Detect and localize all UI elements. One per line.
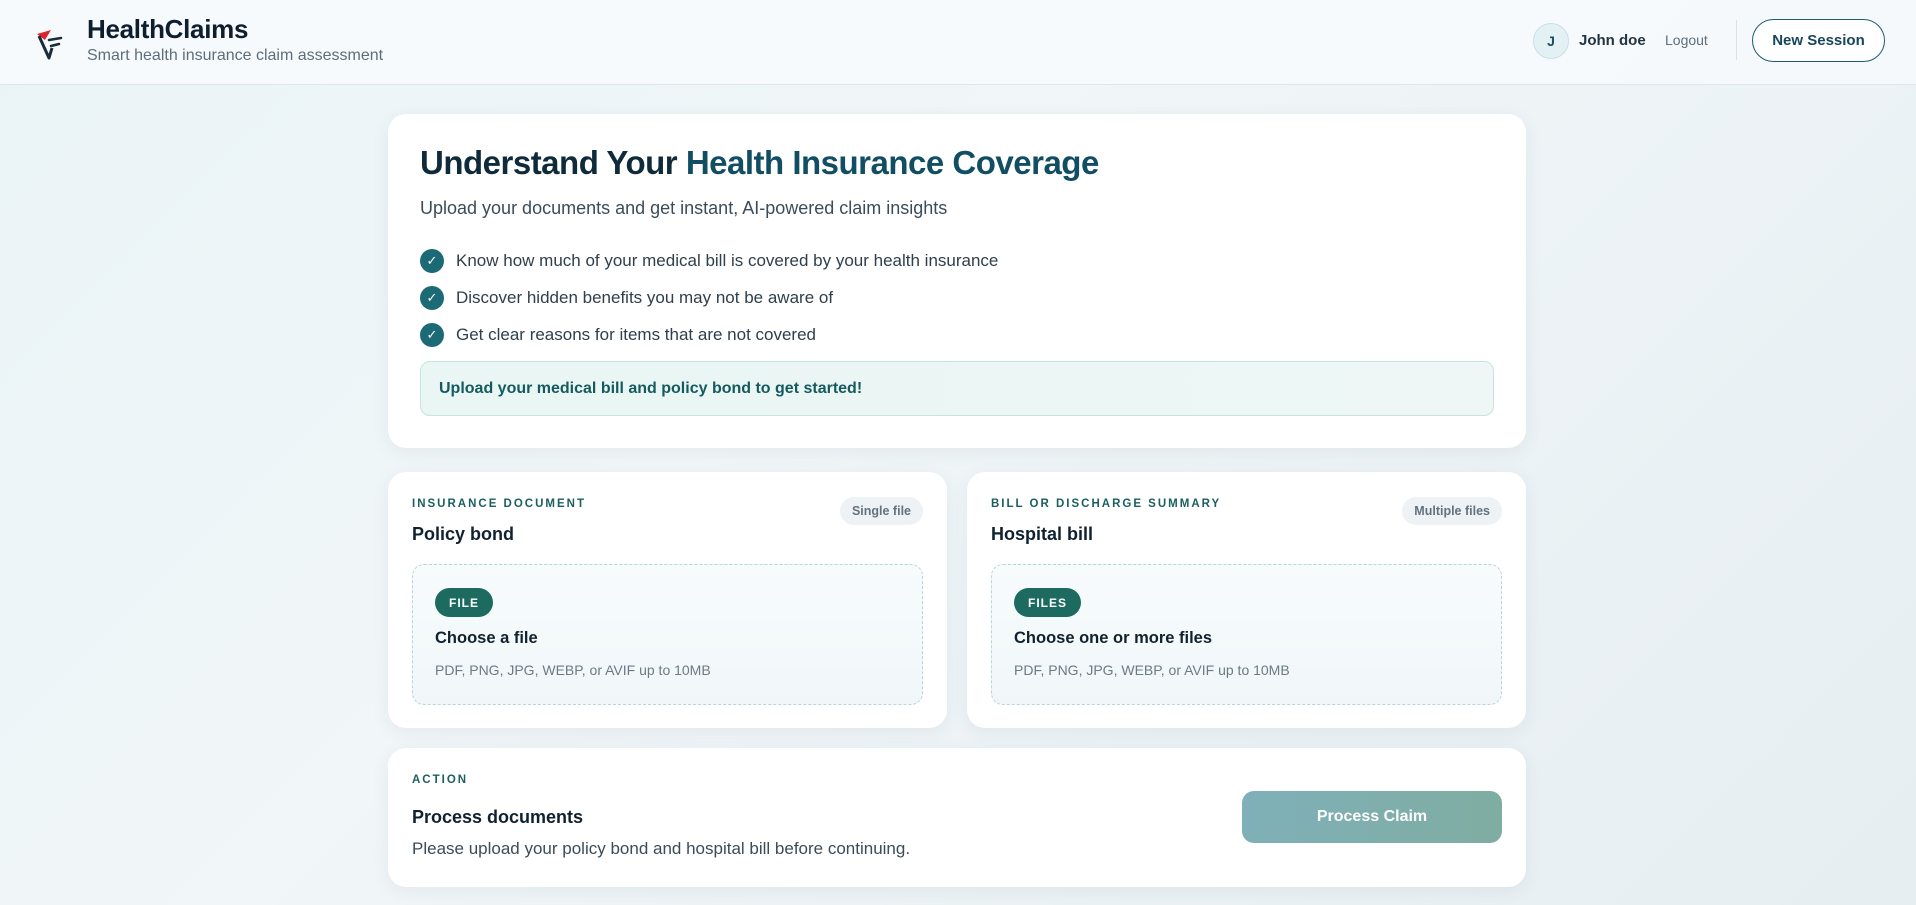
dropzone-hint: PDF, PNG, JPG, WEBP, or AVIF up to 10MB [1014, 662, 1290, 678]
header-divider [1736, 20, 1737, 60]
action-card: ACTION Process documents Please upload y… [388, 748, 1526, 887]
card-eyebrow: ACTION [412, 774, 469, 786]
check-icon: ✓ [420, 322, 444, 347]
file-count-badge: Multiple files [1402, 497, 1502, 525]
check-icon: ✓ [420, 248, 444, 273]
avatar[interactable]: J [1533, 23, 1569, 59]
brand-logo-icon [37, 30, 63, 60]
file-count-badge: Single file [839, 497, 923, 525]
dropzone-prompt: Choose a file [435, 629, 538, 647]
action-title: Process documents [412, 807, 584, 827]
process-claim-button[interactable]: Process Claim [1242, 791, 1502, 843]
get-started-callout: Upload your medical bill and policy bond… [420, 361, 1494, 416]
file-type-pill: FILES [1014, 588, 1082, 617]
benefit-list: ✓ Know how much of your medical bill is … [420, 242, 998, 353]
action-subtitle: Please upload your policy bond and hospi… [412, 839, 911, 858]
dropzone-hint: PDF, PNG, JPG, WEBP, or AVIF up to 10MB [435, 662, 711, 678]
hero-card: Understand Your Health Insurance Coverag… [388, 114, 1526, 448]
card-title: Hospital bill [991, 524, 1094, 544]
list-item: ✓ Get clear reasons for items that are n… [420, 316, 998, 353]
benefit-text: Discover hidden benefits you may not be … [456, 287, 834, 307]
hero-title-accent: Health Insurance Coverage [685, 144, 1100, 181]
list-item: ✓ Discover hidden benefits you may not b… [420, 279, 998, 316]
card-eyebrow: INSURANCE DOCUMENT [412, 498, 586, 510]
card-title: Policy bond [412, 524, 515, 544]
card-eyebrow: BILL OR DISCHARGE SUMMARY [991, 498, 1222, 510]
new-session-button[interactable]: New Session [1752, 19, 1885, 62]
bill-upload-card: BILL OR DISCHARGE SUMMARY Multiple files… [967, 472, 1526, 728]
benefit-text: Know how much of your medical bill is co… [456, 250, 999, 270]
check-icon: ✓ [420, 285, 444, 310]
hero-subtitle: Upload your documents and get instant, A… [420, 198, 948, 218]
user-name: John doe [1579, 32, 1646, 49]
benefit-text: Get clear reasons for items that are not… [456, 324, 817, 344]
dropzone-prompt: Choose one or more files [1014, 629, 1213, 647]
brand-title: HealthClaims [87, 14, 249, 44]
bill-files-dropzone[interactable]: FILES Choose one or more files PDF, PNG,… [991, 564, 1502, 705]
policy-file-dropzone[interactable]: FILE Choose a file PDF, PNG, JPG, WEBP, … [412, 564, 923, 705]
policy-upload-card: INSURANCE DOCUMENT Single file Policy bo… [388, 472, 947, 728]
logout-link[interactable]: Logout [1665, 32, 1708, 48]
hero-title: Understand Your Health Insurance Coverag… [420, 144, 1099, 182]
list-item: ✓ Know how much of your medical bill is … [420, 242, 998, 279]
app-header: HealthClaims Smart health insurance clai… [0, 0, 1916, 85]
hero-title-lead: Understand Your [420, 144, 686, 181]
brand-subtitle: Smart health insurance claim assessment [87, 47, 384, 64]
file-type-pill: FILE [435, 588, 493, 617]
